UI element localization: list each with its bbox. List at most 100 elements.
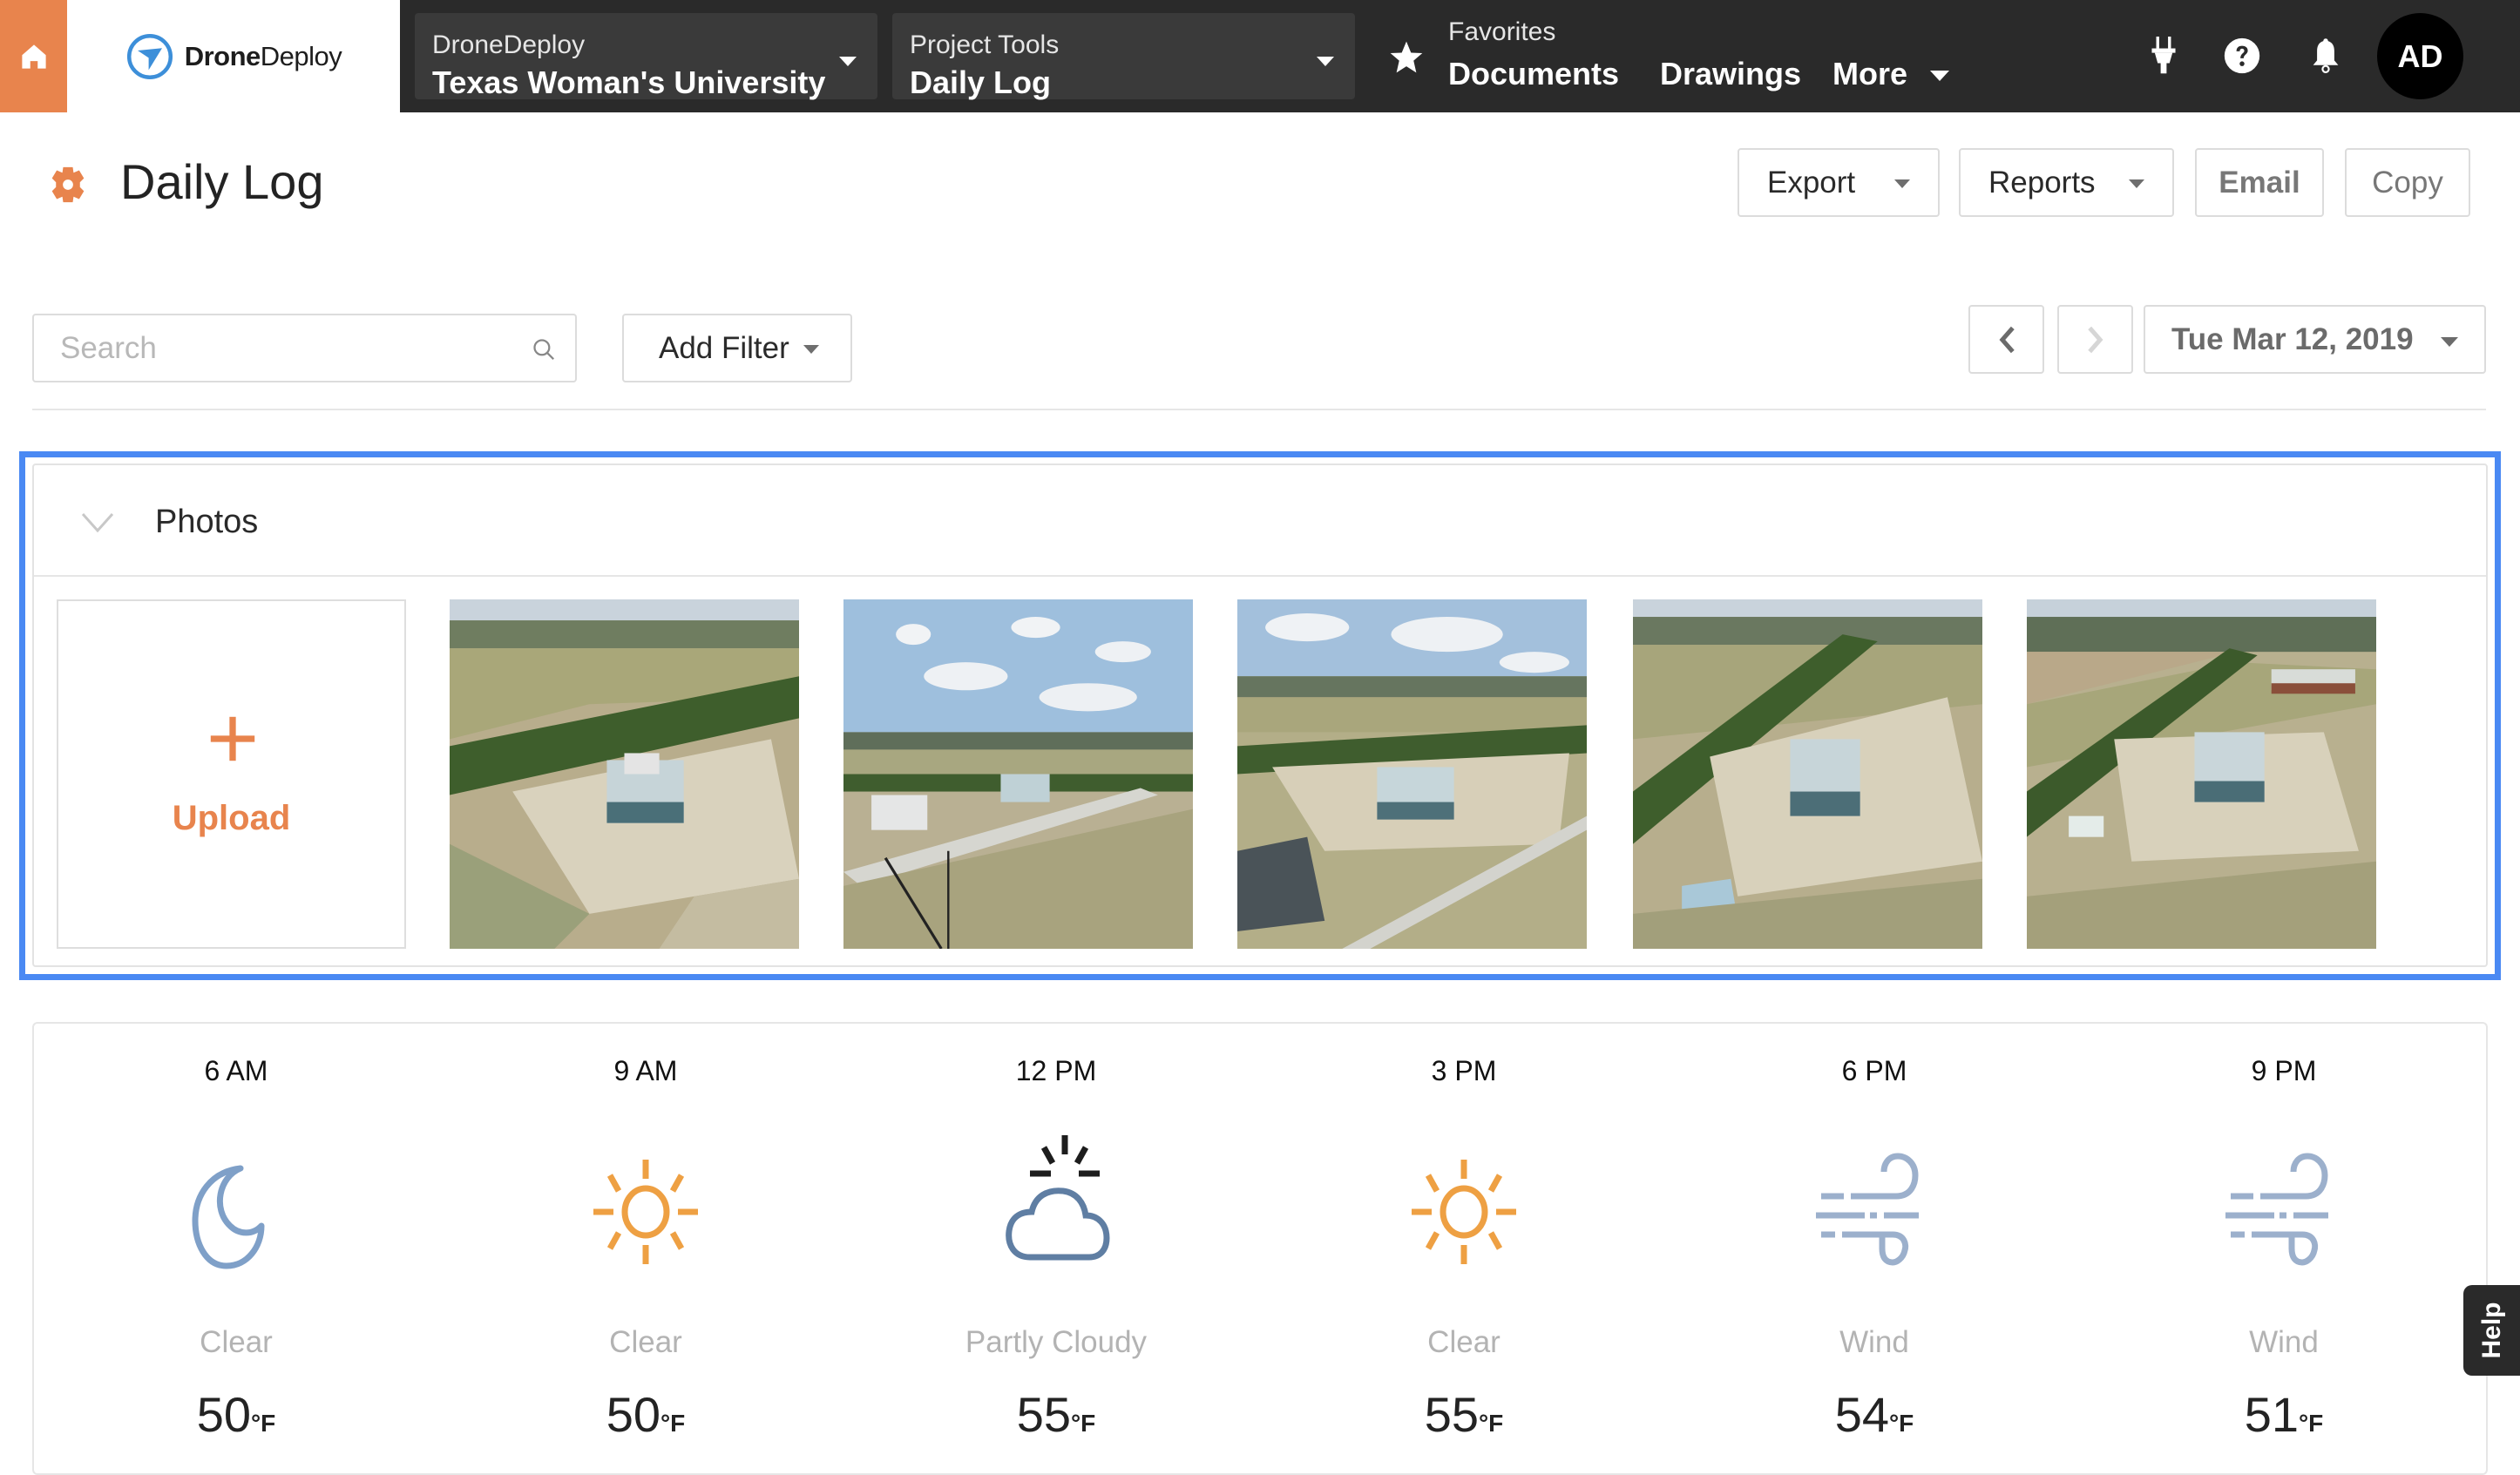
caret-down-icon bbox=[1930, 71, 1950, 82]
reports-button[interactable]: Reports bbox=[1959, 148, 2174, 217]
sun-icon bbox=[1412, 1160, 1516, 1264]
reports-label: Reports bbox=[1988, 165, 2096, 200]
integrations-button[interactable] bbox=[2141, 33, 2186, 78]
forecast-temperature: 50°F bbox=[606, 1387, 686, 1442]
add-filter-button[interactable]: Add Filter bbox=[622, 314, 852, 382]
divider bbox=[32, 409, 2486, 410]
selected-date: Tue Mar 12, 2019 bbox=[2171, 322, 2414, 356]
photos-section-title: Photos bbox=[155, 504, 259, 540]
forecast-temperature: 50°F bbox=[196, 1387, 276, 1442]
forecast-time: 9 AM bbox=[613, 1055, 678, 1086]
help-tab-button[interactable]: Help bbox=[2463, 1285, 2520, 1376]
forecast-time: 9 PM bbox=[2251, 1055, 2317, 1086]
top-nav-bar: DroneDeploy DroneDeploy Texas Woman's Un… bbox=[0, 0, 2520, 112]
chevron-down-icon[interactable] bbox=[80, 510, 115, 536]
export-label: Export bbox=[1767, 165, 1856, 200]
photo-thumbnail[interactable] bbox=[1237, 599, 1587, 949]
upload-label: Upload bbox=[172, 799, 291, 837]
aerial-photo-image bbox=[2027, 599, 2376, 949]
forecast-condition: Clear bbox=[200, 1325, 273, 1359]
weather-forecast-item: 6 AM Clear 50°F bbox=[44, 1022, 428, 1451]
notifications-button[interactable] bbox=[2303, 33, 2348, 78]
page-title: Daily Log bbox=[120, 154, 324, 209]
caret-down-icon bbox=[803, 345, 819, 354]
search-icon[interactable] bbox=[532, 337, 556, 362]
search-field bbox=[32, 314, 577, 382]
export-button[interactable]: Export bbox=[1738, 148, 1940, 217]
copy-button[interactable]: Copy bbox=[2345, 148, 2470, 217]
wind-icon bbox=[2225, 1153, 2328, 1266]
tools-dropdown-label: Project Tools bbox=[910, 30, 1060, 59]
date-picker[interactable]: Tue Mar 12, 2019 bbox=[2144, 305, 2486, 374]
home-icon bbox=[21, 44, 46, 69]
project-tools-dropdown[interactable]: Project Tools Daily Log bbox=[892, 13, 1355, 100]
bell-icon bbox=[2313, 38, 2339, 73]
project-dropdown-label: DroneDeploy bbox=[432, 30, 586, 59]
dronedeploy-logo[interactable]: DroneDeploy bbox=[67, 0, 400, 112]
caret-down-icon bbox=[839, 57, 857, 66]
forecast-temperature: 55°F bbox=[1424, 1387, 1504, 1442]
forecast-time: 6 AM bbox=[204, 1055, 268, 1086]
favorite-documents-link[interactable]: Documents bbox=[1448, 56, 1619, 92]
sun-icon bbox=[593, 1160, 698, 1264]
more-menu[interactable]: More bbox=[1832, 56, 1950, 92]
add-filter-label: Add Filter bbox=[659, 330, 789, 365]
forecast-condition: Partly Cloudy bbox=[965, 1325, 1148, 1359]
dronedeploy-logo-icon bbox=[126, 33, 173, 79]
forecast-time: 3 PM bbox=[1431, 1055, 1497, 1086]
search-input[interactable] bbox=[60, 315, 531, 381]
weather-forecast-item: 6 PM Wind 54°F bbox=[1683, 1022, 2066, 1451]
aerial-photo-image bbox=[843, 599, 1193, 949]
weather-forecast-item: 9 AM Clear 50°F bbox=[454, 1022, 837, 1451]
forecast-condition: Clear bbox=[609, 1325, 682, 1359]
forecast-time: 12 PM bbox=[1015, 1055, 1097, 1086]
help-button[interactable] bbox=[2219, 33, 2265, 78]
favorites-label: Favorites bbox=[1448, 17, 1556, 46]
home-button[interactable] bbox=[0, 0, 67, 112]
more-label: More bbox=[1832, 56, 1908, 91]
forecast-temperature: 51°F bbox=[2244, 1387, 2324, 1442]
drawings-link[interactable]: Drawings bbox=[1660, 56, 1801, 92]
photo-thumbnail[interactable] bbox=[1633, 599, 1982, 949]
question-circle-icon bbox=[2224, 37, 2260, 74]
email-button[interactable]: Email bbox=[2195, 148, 2324, 217]
caret-down-icon bbox=[2129, 179, 2144, 188]
previous-day-button[interactable] bbox=[1968, 305, 2044, 374]
aerial-photo-image bbox=[1237, 599, 1587, 949]
next-day-button[interactable] bbox=[2057, 305, 2133, 374]
aerial-photo-image bbox=[450, 599, 799, 949]
project-dropdown-value: Texas Woman's University bbox=[432, 64, 826, 100]
daily-log-gear-icon bbox=[51, 166, 85, 203]
partly-cloudy-icon bbox=[1006, 1135, 1110, 1261]
logo-text: DroneDeploy bbox=[184, 40, 342, 71]
photo-thumbnail[interactable] bbox=[450, 599, 799, 949]
moon-icon bbox=[192, 1165, 265, 1269]
divider bbox=[34, 575, 2486, 577]
forecast-condition: Wind bbox=[1839, 1325, 1909, 1359]
star-icon bbox=[1390, 41, 1423, 73]
plug-icon bbox=[2151, 37, 2176, 74]
caret-down-icon bbox=[1894, 179, 1910, 188]
forecast-time: 6 PM bbox=[1841, 1055, 1907, 1086]
forecast-condition: Wind bbox=[2249, 1325, 2319, 1359]
plus-icon bbox=[210, 716, 255, 761]
weather-forecast-item: 9 PM Wind 51°F bbox=[2092, 1022, 2476, 1451]
weather-forecast-item: 3 PM Clear 55°F bbox=[1272, 1022, 1656, 1451]
caret-down-icon bbox=[1317, 57, 1334, 66]
photo-thumbnail[interactable] bbox=[2027, 599, 2376, 949]
forecast-temperature: 55°F bbox=[1016, 1387, 1096, 1442]
photo-thumbnail[interactable] bbox=[843, 599, 1193, 949]
upload-photo-button[interactable]: Upload bbox=[57, 599, 406, 949]
forecast-condition: Clear bbox=[1427, 1325, 1500, 1359]
email-label: Email bbox=[2219, 165, 2300, 200]
project-dropdown[interactable]: DroneDeploy Texas Woman's University bbox=[415, 13, 877, 100]
chevron-right-icon bbox=[2087, 326, 2103, 353]
tools-dropdown-value: Daily Log bbox=[910, 64, 1052, 100]
wind-icon bbox=[1816, 1153, 1919, 1266]
user-avatar[interactable]: AD bbox=[2377, 13, 2463, 99]
forecast-temperature: 54°F bbox=[1834, 1387, 1914, 1442]
weather-forecast-item: 12 PM Partly Cloudy 55°F bbox=[864, 1022, 1248, 1451]
help-tab-label: Help bbox=[2476, 1302, 2506, 1359]
copy-label: Copy bbox=[2372, 165, 2443, 200]
chevron-left-icon bbox=[1999, 326, 2015, 353]
